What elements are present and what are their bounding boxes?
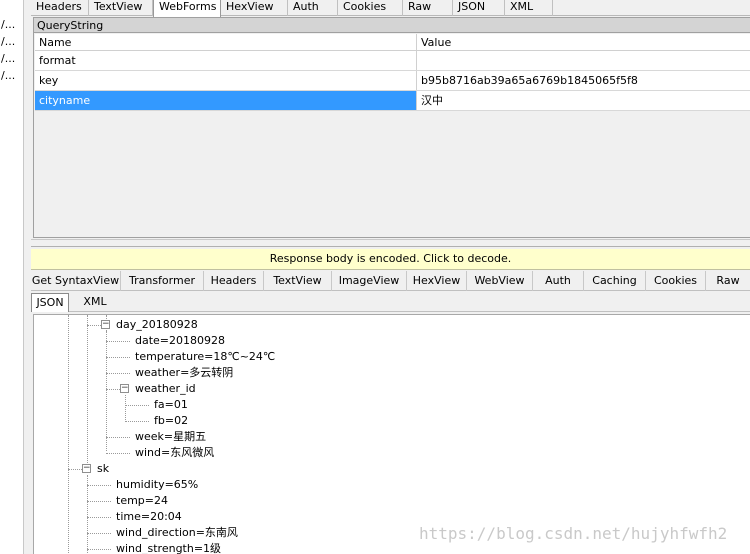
tree-node-day[interactable]: day_20180928 — [116, 317, 198, 333]
table-row-selected[interactable]: cityname 汉中 — [35, 91, 750, 111]
tree-connector — [106, 389, 120, 390]
tree-connector — [106, 357, 130, 358]
tab-webview[interactable]: WebView — [467, 271, 533, 291]
tree-leaf[interactable]: wind=东风微风 — [135, 445, 214, 461]
querystring-title: QueryString — [34, 18, 750, 33]
tree-connector — [87, 517, 111, 518]
tree-guide-line — [68, 315, 69, 554]
table-row[interactable]: key b95b8716ab39a65a6769b1845065f5f8 — [35, 71, 750, 91]
tree-node-sk[interactable]: sk — [97, 461, 109, 477]
tree-connector — [87, 501, 111, 502]
tree-leaf[interactable]: weather=多云转阴 — [135, 365, 233, 381]
tree-connector — [87, 549, 111, 550]
tree-leaf[interactable]: fa=01 — [154, 397, 188, 413]
collapse-toggle-icon[interactable]: − — [101, 320, 110, 329]
tab-headers[interactable]: Headers — [31, 0, 89, 16]
tab-imageview[interactable]: ImageView — [332, 271, 407, 291]
tree-guide-line — [87, 315, 88, 465]
tab-auth[interactable]: Auth — [533, 271, 584, 291]
session-row[interactable]: /... — [0, 67, 23, 84]
tree-guide-line — [125, 395, 126, 422]
tree-guide-line — [87, 475, 88, 554]
param-name[interactable]: cityname — [35, 91, 417, 110]
tree-node-weather-id[interactable]: weather_id — [135, 381, 196, 397]
tree-connector — [68, 469, 82, 470]
collapse-toggle-icon[interactable]: − — [120, 384, 129, 393]
table-row[interactable]: format — [35, 51, 750, 71]
param-value[interactable]: 汉中 — [417, 91, 750, 110]
tree-leaf[interactable]: temp=24 — [116, 493, 168, 509]
column-header-value[interactable]: Value — [417, 34, 750, 50]
json-tree-view[interactable]: − day_20180928 date=20180928 temperature… — [33, 314, 750, 554]
tree-connector — [106, 453, 130, 454]
tree-leaf[interactable]: wind_strength=1级 — [116, 541, 221, 554]
param-name[interactable]: key — [35, 71, 417, 90]
session-list-edge[interactable]: /... /... /... /... — [0, 0, 24, 554]
tab-caching[interactable]: Caching — [584, 271, 646, 291]
tab-raw[interactable]: Raw — [706, 271, 750, 291]
tree-connector — [106, 341, 130, 342]
querystring-panel: QueryString Name Value format key b95b87… — [33, 17, 750, 238]
querystring-grid: Name Value format key b95b8716ab39a65a67… — [35, 34, 750, 236]
subtab-xml[interactable]: XML — [75, 293, 115, 312]
session-row[interactable]: /... — [0, 50, 23, 67]
pane-splitter[interactable] — [24, 0, 31, 554]
tree-leaf[interactable]: week=星期五 — [135, 429, 206, 445]
param-value[interactable] — [417, 51, 750, 70]
tab-hexview[interactable]: HexView — [407, 271, 467, 291]
param-name[interactable]: format — [35, 51, 417, 70]
session-row[interactable]: /... — [0, 33, 23, 50]
tree-leaf[interactable]: wind_direction=东南风 — [116, 525, 238, 541]
tree-leaf[interactable]: fb=02 — [154, 413, 188, 429]
tab-hexview[interactable]: HexView — [221, 0, 288, 16]
tab-json[interactable]: JSON — [453, 0, 505, 16]
tree-connector — [87, 325, 101, 326]
column-header-name[interactable]: Name — [35, 34, 417, 50]
tab-xml[interactable]: XML — [505, 0, 553, 16]
tab-cookies[interactable]: Cookies — [646, 271, 706, 291]
tree-connector — [87, 485, 111, 486]
request-tabs: Headers TextView WebForms HexView Auth C… — [31, 0, 750, 17]
tab-raw[interactable]: Raw — [403, 0, 453, 16]
tab-get-syntaxview[interactable]: Get SyntaxView — [31, 271, 121, 291]
response-subtabs: JSON XML — [31, 292, 750, 312]
tree-leaf[interactable]: time=20:04 — [116, 509, 182, 525]
tree-connector — [125, 421, 149, 422]
tree-connector — [106, 437, 130, 438]
tab-webforms[interactable]: WebForms — [153, 0, 221, 17]
tab-auth[interactable]: Auth — [288, 0, 338, 16]
response-tabs: Get SyntaxView Transformer Headers TextV… — [31, 271, 750, 291]
session-row[interactable]: /... — [0, 16, 23, 33]
tree-connector — [106, 373, 130, 374]
subtab-json[interactable]: JSON — [31, 293, 69, 312]
decode-notice-bar[interactable]: Response body is encoded. Click to decod… — [31, 249, 750, 270]
horizontal-splitter[interactable] — [31, 239, 750, 247]
tree-guide-line — [106, 331, 107, 451]
grid-header: Name Value — [35, 34, 750, 51]
tab-cookies[interactable]: Cookies — [338, 0, 403, 16]
watermark-text: https://blog.csdn.net/hujyhfwfh2 — [419, 524, 728, 543]
param-value[interactable]: b95b8716ab39a65a6769b1845065f5f8 — [417, 71, 750, 90]
tree-leaf[interactable]: humidity=65% — [116, 477, 198, 493]
tab-headers[interactable]: Headers — [204, 271, 264, 291]
tree-connector — [87, 533, 111, 534]
tree-leaf[interactable]: date=20180928 — [135, 333, 225, 349]
collapse-toggle-icon[interactable]: − — [82, 464, 91, 473]
tab-transformer[interactable]: Transformer — [121, 271, 204, 291]
tab-textview[interactable]: TextView — [89, 0, 153, 16]
tree-leaf[interactable]: temperature=18℃~24℃ — [135, 349, 275, 365]
tree-connector — [125, 405, 149, 406]
tab-textview[interactable]: TextView — [264, 271, 332, 291]
